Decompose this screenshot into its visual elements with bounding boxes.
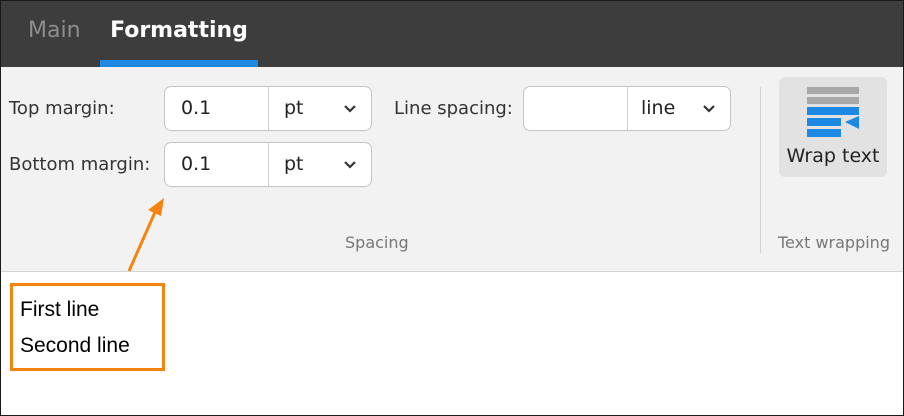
top-margin-unit[interactable]: pt xyxy=(284,87,304,130)
bottom-margin-field[interactable]: 0.1 pt xyxy=(164,142,372,187)
bottom-margin-value[interactable]: 0.1 xyxy=(181,143,211,186)
top-margin-label: Top margin: xyxy=(9,98,115,119)
line-spacing-field[interactable]: line xyxy=(523,86,731,131)
field-divider xyxy=(268,87,269,130)
tab-main[interactable]: Main xyxy=(28,1,81,67)
wrap-text-label: Wrap text xyxy=(786,145,880,167)
chevron-down-icon[interactable] xyxy=(702,102,716,116)
field-divider xyxy=(627,87,628,130)
active-tab-indicator xyxy=(100,60,258,67)
spacing-group-label: Spacing xyxy=(345,233,409,252)
formatting-ribbon: Top margin: 0.1 pt Bottom margin: 0.1 pt… xyxy=(1,67,903,272)
bottom-margin-label: Bottom margin: xyxy=(9,154,151,175)
document-line-2: Second line xyxy=(20,334,130,357)
bottom-margin-unit[interactable]: pt xyxy=(284,143,304,186)
tab-formatting[interactable]: Formatting xyxy=(100,1,258,67)
wrap-text-icon xyxy=(807,87,859,137)
tab-bar: Main Formatting xyxy=(1,1,903,67)
top-margin-field[interactable]: 0.1 pt xyxy=(164,86,372,131)
chevron-down-icon[interactable] xyxy=(343,102,357,116)
line-spacing-unit[interactable]: line xyxy=(641,87,675,130)
field-divider xyxy=(268,143,269,186)
text-wrapping-group-label: Text wrapping xyxy=(778,233,890,252)
chevron-down-icon[interactable] xyxy=(343,158,357,172)
document-line-1: First line xyxy=(20,298,100,321)
top-margin-value[interactable]: 0.1 xyxy=(181,87,211,130)
group-divider xyxy=(760,87,761,253)
wrap-text-button[interactable]: Wrap text xyxy=(779,77,887,177)
line-spacing-label: Line spacing: xyxy=(394,98,513,119)
